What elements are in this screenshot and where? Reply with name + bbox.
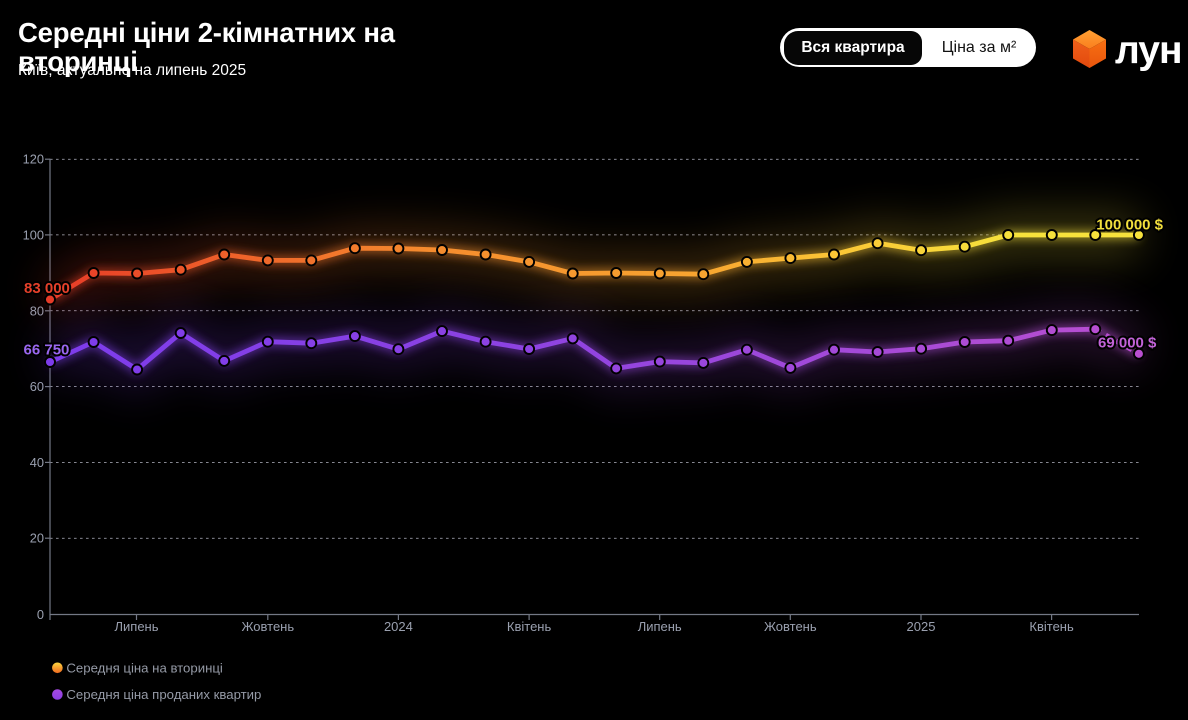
- svg-text:120: 120: [23, 152, 44, 167]
- svg-text:Липень: Липень: [638, 619, 682, 634]
- svg-text:Квітень: Квітень: [507, 619, 552, 634]
- svg-text:60: 60: [30, 379, 44, 394]
- svg-text:40: 40: [30, 455, 44, 470]
- svg-text:83 000: 83 000: [24, 280, 70, 297]
- svg-text:Середня ціна проданих квартир: Середня ціна проданих квартир: [66, 687, 261, 702]
- svg-text:20: 20: [30, 531, 44, 546]
- svg-text:Середня ціна на вторинці: Середня ціна на вторинці: [66, 660, 223, 675]
- svg-text:Жовтень: Жовтень: [241, 619, 294, 634]
- svg-text:66 750: 66 750: [24, 341, 70, 358]
- svg-text:2025: 2025: [907, 619, 936, 634]
- svg-text:Липень: Липень: [114, 619, 158, 634]
- svg-text:2024: 2024: [384, 619, 413, 634]
- svg-text:Жовтень: Жовтень: [764, 619, 817, 634]
- svg-text:100: 100: [23, 227, 44, 242]
- svg-text:100 000 $: 100 000 $: [1096, 217, 1163, 234]
- svg-text:80: 80: [30, 303, 44, 318]
- svg-text:лун: лун: [1115, 29, 1182, 72]
- svg-text:Квітень: Квітень: [1029, 619, 1074, 634]
- svg-text:0: 0: [37, 607, 44, 622]
- svg-text:69 000 $: 69 000 $: [1098, 335, 1157, 352]
